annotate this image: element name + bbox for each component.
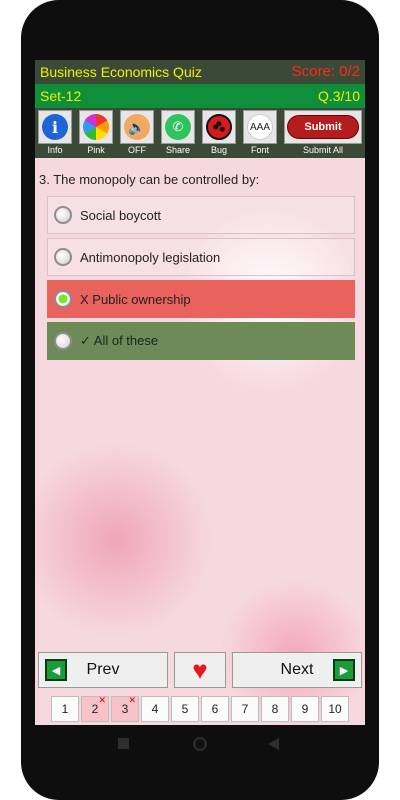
submit-all-label: Submit All [302, 145, 344, 155]
off-label: OFF [128, 145, 146, 155]
page-3-button[interactable]: ✕ 3 [111, 695, 139, 722]
page-10-button[interactable]: 10 [321, 696, 349, 722]
info-button[interactable]: i [38, 110, 72, 144]
question-text: 3. The monopoly can be controlled by: [39, 172, 260, 187]
score-display: Score: 0/2 [291, 63, 360, 80]
page-6-button[interactable]: 6 [201, 696, 229, 722]
submit-button[interactable]: Submit [287, 115, 359, 139]
title-bar: Business Economics Quiz Score: 0/2 [35, 60, 365, 84]
prev-label: Prev [86, 661, 120, 678]
question-pager: 1 ✕ 2 ✕ 3 4 5 6 7 8 9 10 [51, 695, 351, 724]
option-label: X Public ownership [80, 291, 191, 307]
page-number: 6 [211, 702, 219, 716]
pink-theme-button[interactable] [79, 110, 113, 144]
sound-toggle-button[interactable]: 🔈 [120, 110, 154, 144]
page-number: 1 [61, 702, 69, 716]
back-icon[interactable] [268, 738, 279, 750]
option-label: Antimonopoly legislation [80, 249, 221, 265]
favorite-button[interactable]: ♥ [174, 652, 226, 688]
prev-arrow-icon: ◀ [45, 659, 67, 681]
option-label: Social boycott [80, 207, 161, 223]
info-icon: i [42, 114, 68, 140]
page-number: 4 [151, 702, 159, 716]
bug-label: Bug [210, 145, 227, 155]
option-1[interactable]: Social boycott [47, 196, 355, 234]
set-bar: Set-12 Q.3/10 [35, 84, 365, 108]
info-label: Info [47, 145, 63, 155]
option-2[interactable]: Antimonopoly legislation [47, 238, 355, 276]
share-button[interactable]: ✆ [161, 110, 195, 144]
page-2-button[interactable]: ✕ 2 [81, 695, 109, 722]
font-icon: AAA [247, 114, 273, 140]
page-number: 2 [91, 702, 99, 716]
radio-button-selected[interactable] [54, 290, 72, 308]
page-number: 3 [121, 702, 129, 716]
ladybug-icon [206, 114, 232, 140]
page-7-button[interactable]: 7 [231, 696, 259, 722]
heart-icon: ♥ [192, 655, 208, 685]
wrong-mark-icon: ✕ [98, 695, 106, 705]
option-4[interactable]: ✓ All of these [47, 322, 355, 360]
next-button[interactable]: Next ▶ [232, 652, 362, 688]
page-number: 9 [301, 702, 309, 716]
option-3[interactable]: X Public ownership [47, 280, 355, 318]
next-label: Next [280, 661, 314, 678]
option-label: ✓ All of these [80, 333, 159, 348]
speaker-icon: 🔈 [124, 114, 150, 140]
prev-button[interactable]: ◀ Prev [38, 652, 168, 688]
page-9-button[interactable]: 9 [291, 696, 319, 722]
share-label: Share [165, 145, 191, 155]
app-screen: Business Economics Quiz Score: 0/2 Set-1… [35, 60, 365, 725]
font-size-button[interactable]: AAA [243, 110, 277, 144]
page-1-button[interactable]: 1 [51, 696, 79, 722]
whatsapp-icon: ✆ [165, 114, 191, 140]
page-4-button[interactable]: 4 [141, 696, 169, 722]
font-label: Font [250, 145, 269, 155]
bug-report-button[interactable] [202, 110, 236, 144]
radio-button[interactable] [54, 332, 72, 350]
page-number: 7 [241, 702, 249, 716]
theme-flower-icon [83, 114, 109, 140]
radio-button[interactable] [54, 248, 72, 266]
pink-label: Pink [87, 145, 105, 155]
page-5-button[interactable]: 5 [171, 696, 199, 722]
wrong-mark-icon: ✕ [128, 695, 136, 705]
question-counter: Q.3/10 [317, 88, 360, 104]
system-nav-bar [0, 737, 400, 752]
radio-button[interactable] [54, 206, 72, 224]
toolbar: i Info Pink 🔈 OFF ✆ Share Bug AAA Font S… [35, 108, 365, 158]
next-arrow-icon: ▶ [333, 659, 355, 681]
set-label: Set-12 [40, 88, 82, 104]
app-title: Business Economics Quiz [40, 64, 202, 80]
page-number: 10 [328, 702, 342, 716]
page-8-button[interactable]: 8 [261, 696, 289, 722]
page-number: 8 [271, 702, 279, 716]
home-icon[interactable] [193, 737, 207, 751]
recents-icon[interactable] [118, 738, 129, 749]
submit-all-area: Submit [284, 110, 362, 144]
page-number: 5 [181, 702, 189, 716]
background-decoration [35, 440, 215, 640]
